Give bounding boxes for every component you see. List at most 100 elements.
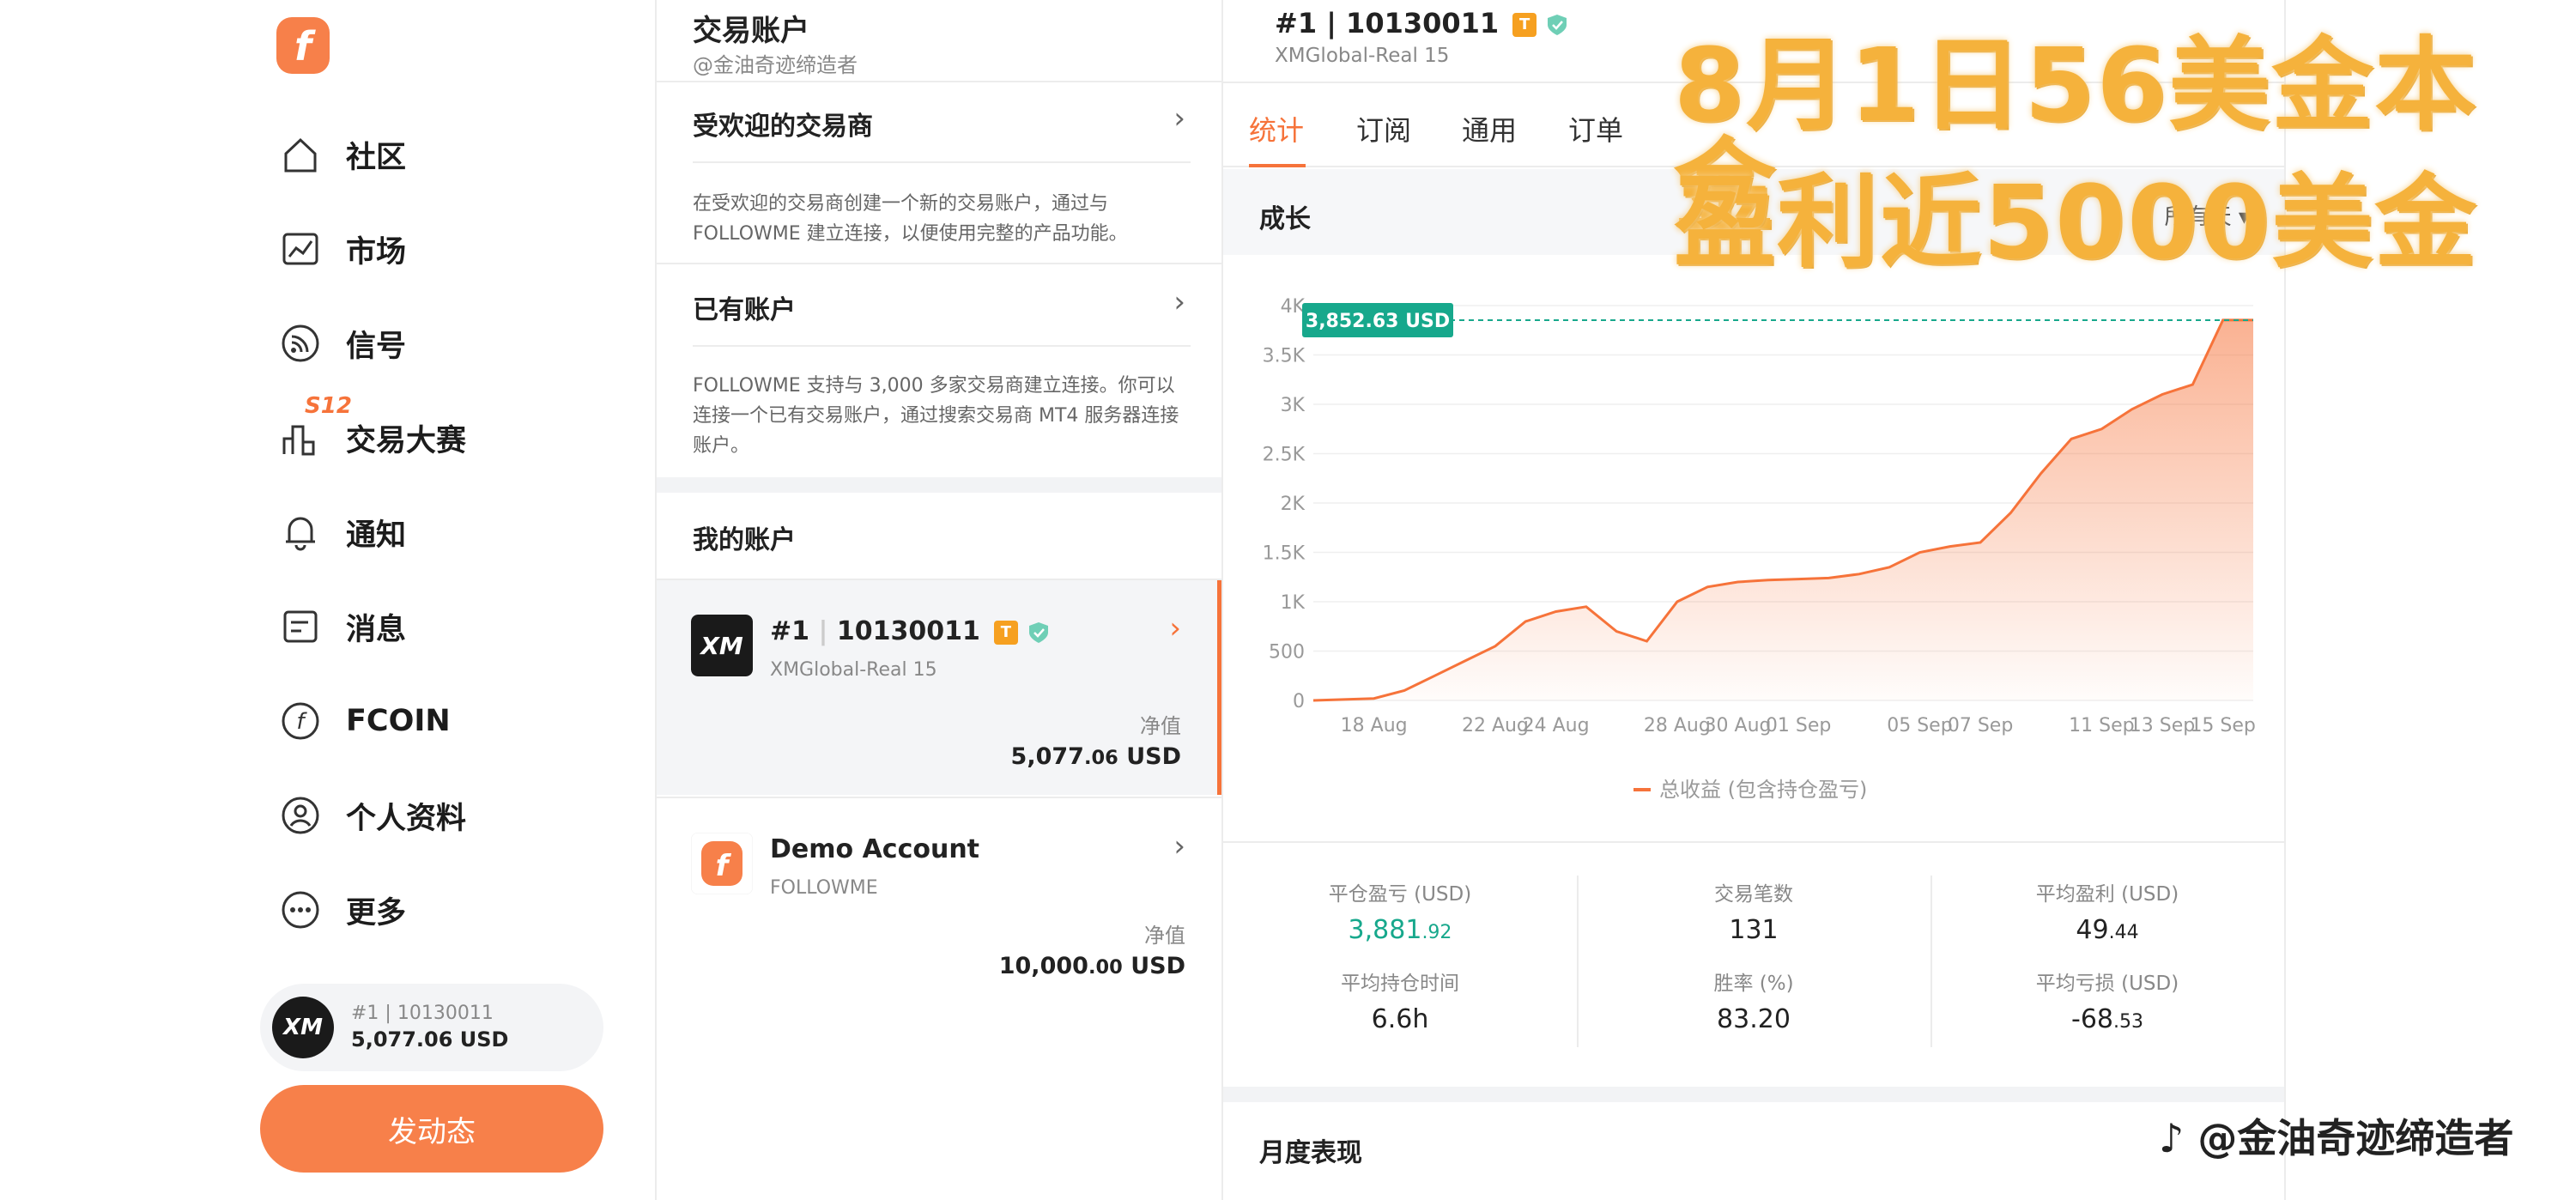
- stat-label: 交易笔数: [1714, 883, 1793, 906]
- y-tick-label: 3.5K: [1263, 346, 1306, 367]
- y-tick-label: 0: [1293, 691, 1305, 712]
- stat-trade-count: 交易笔数 131: [1577, 877, 1930, 945]
- existing-account-desc: FOLLOWME 支持与 3,000 多家交易商建立连接。你可以连接一个已有交易…: [693, 375, 1179, 457]
- nav-label: FCOIN: [346, 704, 451, 738]
- nav-label: 社区: [346, 140, 407, 175]
- stat-label: 平均亏损 (USD): [2035, 973, 2179, 995]
- nav-label: 消息: [346, 612, 407, 647]
- message-icon: [283, 610, 318, 643]
- nav-item-more[interactable]: 更多: [279, 884, 406, 936]
- nav-item-signal[interactable]: 信号: [279, 318, 406, 369]
- equity-value: 5,077.06 USD: [1010, 743, 1181, 770]
- mini-account-balance: 5,077.06 USD: [351, 1027, 509, 1052]
- account-card-xm[interactable]: XM #1 | 10130011 T XMGlobal-Real 15 › 净值 …: [657, 580, 1221, 795]
- tab-general[interactable]: 通用: [1462, 109, 1517, 148]
- chevron-right-icon: ›: [1169, 611, 1181, 645]
- stat-label: 平均持仓时间: [1341, 973, 1459, 995]
- bell-icon: [286, 517, 315, 551]
- chart-icon: [282, 233, 318, 265]
- my-accounts-title: 我的账户: [693, 525, 796, 555]
- stat-value: 6.6h: [1371, 1004, 1429, 1034]
- mini-account-id: #1 | 10130011: [351, 1003, 494, 1025]
- nav-label: 市场: [346, 234, 407, 270]
- x-tick-label: 07 Sep: [1948, 715, 2013, 736]
- tab-subscribe[interactable]: 订阅: [1356, 109, 1411, 148]
- xm-logo-icon: XM: [691, 615, 753, 676]
- account-broker: FOLLOWME: [770, 877, 878, 899]
- monthly-performance-title: 月度表现: [1259, 1138, 1362, 1168]
- followme-logo-icon: f: [691, 833, 753, 894]
- mini-account-switcher[interactable]: XM #1 | 10130011 5,077.06 USD: [260, 984, 603, 1071]
- chevron-right-icon: ›: [1173, 285, 1185, 319]
- existing-account-title: 已有账户: [693, 295, 796, 325]
- x-tick-label: 13 Sep: [2130, 715, 2195, 736]
- stat-value: 83.20: [1717, 1004, 1791, 1034]
- signal-icon: [282, 324, 319, 362]
- nav-item-community[interactable]: 社区: [279, 129, 406, 180]
- nav-label: 个人资料: [346, 801, 467, 836]
- more-icon: [282, 891, 319, 929]
- left-nav: f 社区 市场 信号 交易大赛 S12 通知 消息 f FCOIN 个人资料 更…: [0, 0, 655, 1200]
- nav-label: 交易大赛: [346, 423, 467, 458]
- equity-value: 10,000.00 USD: [998, 953, 1185, 979]
- x-tick-label: 15 Sep: [2190, 715, 2255, 736]
- chevron-right-icon: ›: [1173, 829, 1185, 864]
- x-tick-label: 24 Aug: [1523, 715, 1590, 736]
- nav-item-profile[interactable]: 个人资料: [279, 790, 466, 841]
- account-header-broker: XMGlobal-Real 15: [1275, 45, 1450, 67]
- stat-label: 胜率 (%): [1713, 973, 1794, 995]
- y-tick-label: 1.5K: [1263, 543, 1306, 565]
- verified-shield-icon: [1548, 15, 1567, 35]
- nav-item-fcoin[interactable]: f FCOIN: [279, 695, 451, 747]
- nav-label: 更多: [346, 895, 407, 930]
- followme-logo-icon[interactable]: f: [276, 17, 330, 74]
- contest-badge: S12: [305, 393, 352, 419]
- overlay-headline-2: 盈利近5000美金: [1674, 163, 2478, 282]
- nav-item-notifications[interactable]: 通知: [279, 506, 406, 558]
- account-card-demo[interactable]: f Demo Account FOLLOWME › 净值 10,000.00 U…: [657, 798, 1221, 1013]
- stat-value: 131: [1729, 915, 1779, 945]
- nav-item-contest[interactable]: 交易大赛: [279, 412, 466, 464]
- account-name: Demo Account: [770, 834, 980, 864]
- page-title: 交易账户: [693, 14, 809, 48]
- tag-badge: T: [1512, 13, 1537, 37]
- coin-icon: f: [282, 702, 319, 740]
- stat-value: -68.53: [2071, 1004, 2143, 1034]
- stat-closed-pnl: 平仓盈亏 (USD) 3,881.92: [1223, 877, 1577, 945]
- stat-win-rate: 胜率 (%) 83.20: [1577, 967, 1930, 1034]
- watermark: ♪ @金油奇迹缔造者: [2159, 1115, 2514, 1161]
- tab-stats[interactable]: 统计: [1249, 109, 1304, 148]
- contest-icon: [282, 425, 315, 456]
- equity-label: 净值: [1144, 924, 1185, 948]
- y-tick-label: 1K: [1281, 592, 1306, 614]
- user-icon: [282, 797, 319, 834]
- post-button[interactable]: 发动态: [260, 1085, 603, 1173]
- nav-label: 信号: [346, 329, 407, 364]
- tab-orders[interactable]: 订单: [1568, 109, 1623, 148]
- tab-underline: [1249, 164, 1306, 167]
- x-tick-label: 28 Aug: [1644, 715, 1711, 736]
- y-tick-label: 500: [1269, 642, 1305, 664]
- nav-label: 通知: [346, 518, 407, 553]
- x-tick-label: 22 Aug: [1462, 715, 1529, 736]
- y-tick-label: 3K: [1281, 395, 1306, 416]
- nav-item-messages[interactable]: 消息: [279, 601, 406, 652]
- tiktok-icon: ♪: [2159, 1115, 2185, 1161]
- stat-avg-hold-time: 平均持仓时间 6.6h: [1223, 967, 1577, 1034]
- accounts-panel: 交易账户 @金油奇迹缔造者 受欢迎的交易商 › 在受欢迎的交易商创建一个新的交易…: [655, 0, 1223, 1200]
- home-icon: [284, 137, 317, 173]
- stat-avg-profit: 平均盈利 (USD) 49.44: [1930, 877, 2284, 945]
- y-tick-label: 4K: [1281, 296, 1306, 318]
- svg-text:XM: XM: [699, 632, 743, 660]
- account-id: #1 | 10130011 T: [770, 616, 1051, 646]
- x-tick-label: 30 Aug: [1705, 715, 1772, 736]
- x-tick-label: 18 Aug: [1341, 715, 1408, 736]
- stat-value: 3,881.92: [1348, 915, 1452, 945]
- growth-title: 成长: [1259, 204, 1311, 234]
- tooltip-label: 3,852.63 USD: [1306, 311, 1450, 332]
- nav-item-market[interactable]: 市场: [279, 223, 406, 275]
- legend-label: 总收益 (包含持仓盈亏): [1659, 778, 1867, 802]
- svg-text:f: f: [296, 709, 307, 735]
- growth-chart: 0 500 1K 1.5K 2K 2.5K 3K 3.5K 4K 18 Aug 22 Aug24 A…: [1263, 296, 2256, 802]
- verified-shield-icon: [1028, 621, 1048, 643]
